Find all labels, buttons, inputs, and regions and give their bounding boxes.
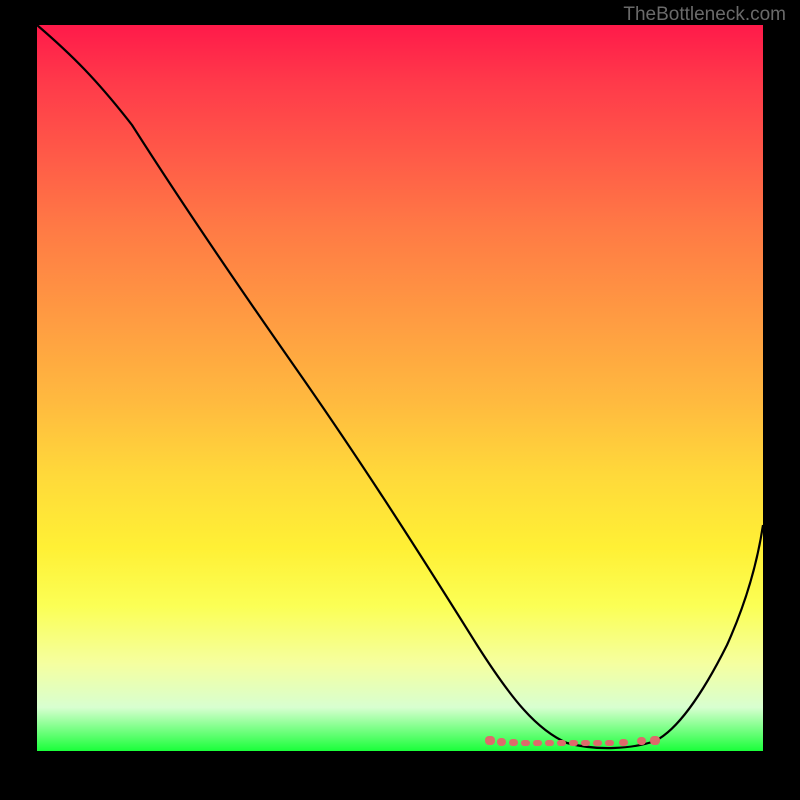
flat-marker-dash [497, 738, 506, 746]
flat-marker-dash [545, 740, 554, 746]
chart-plot-area [37, 25, 763, 751]
flat-marker-dash [619, 739, 628, 746]
flat-marker-dash [650, 736, 660, 745]
chart-curve-path [37, 25, 763, 748]
flat-marker-dash [581, 740, 590, 746]
flat-marker-dash [637, 737, 646, 745]
flat-marker-dash [509, 739, 518, 746]
chart-curve-svg [37, 25, 763, 751]
flat-marker-dash [533, 740, 542, 746]
chart-flat-marker-region [485, 736, 660, 745]
flat-marker-dash [605, 740, 614, 746]
flat-marker-dash [557, 740, 566, 746]
watermark-text: TheBottleneck.com [623, 4, 786, 26]
flat-marker-dash [593, 740, 602, 746]
flat-marker-dash [569, 740, 578, 746]
flat-marker-dash [485, 736, 495, 745]
flat-marker-dash [521, 740, 530, 746]
